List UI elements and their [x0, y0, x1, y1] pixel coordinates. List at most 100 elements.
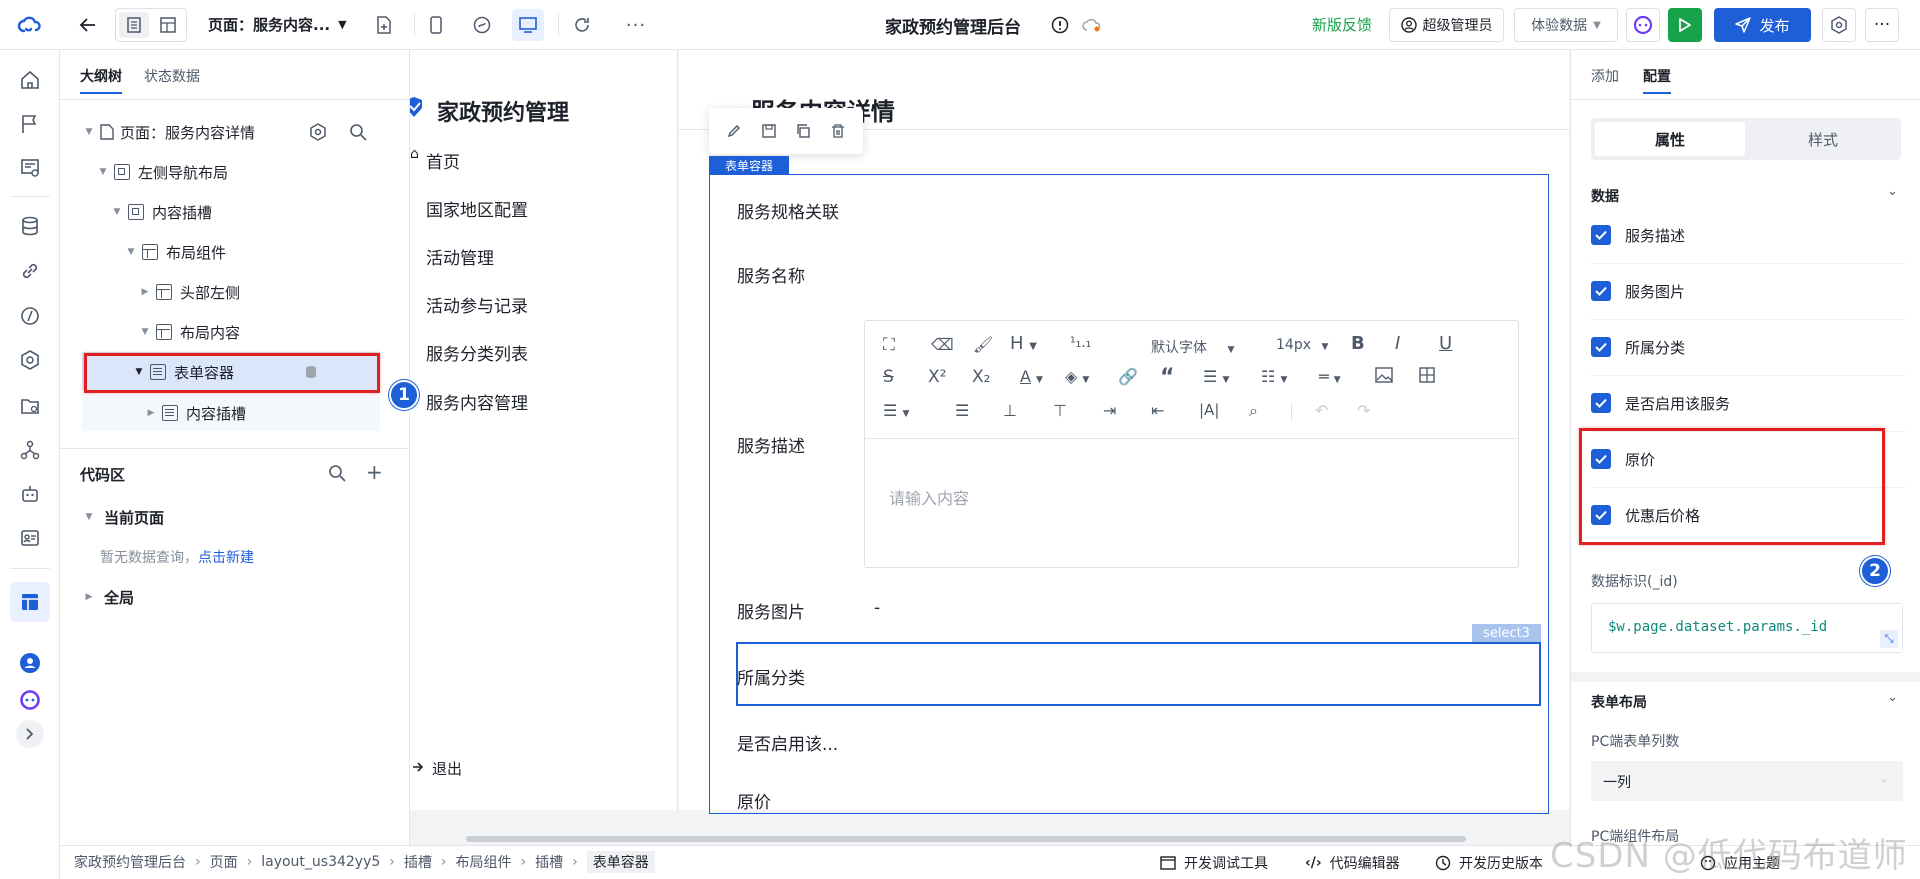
chevron-down-icon[interactable]: ⌄ — [1887, 184, 1898, 199]
breadcrumb-item[interactable]: 布局组件 — [456, 852, 512, 872]
dashboard-icon[interactable] — [14, 152, 46, 184]
search-icon[interactable] — [349, 123, 367, 141]
vertical-top-icon[interactable]: ⊥ — [1003, 401, 1017, 420]
tree-item-left-nav-layout[interactable]: ▼ 左侧导航布局 — [96, 155, 228, 189]
ai-assistant-icon[interactable] — [1626, 8, 1660, 42]
more-icon[interactable]: ··· — [620, 9, 652, 41]
bullet-list-select[interactable]: ☰ ▼ — [1203, 367, 1229, 386]
edit-icon[interactable] — [722, 119, 746, 143]
home-icon[interactable] — [14, 64, 46, 96]
heading-select[interactable]: H ▼ — [1010, 333, 1037, 354]
tab-state-data[interactable]: 状态数据 — [144, 66, 200, 86]
data-id-input[interactable]: $w.page.dataset.params._id ⤡ — [1591, 603, 1903, 653]
expand-editor-icon[interactable]: ⤡ — [1880, 630, 1898, 648]
admin-button[interactable]: 超级管理员 — [1389, 8, 1504, 42]
workflow-icon[interactable] — [14, 434, 46, 466]
data-mode-select[interactable]: 体验数据 ▼ — [1514, 8, 1618, 42]
robot-icon[interactable] — [14, 478, 46, 510]
checkbox-category[interactable]: 所属分类 — [1591, 327, 1685, 367]
nav-item-activity[interactable]: 活动管理 — [426, 244, 494, 269]
underline-icon[interactable]: U — [1439, 333, 1452, 354]
vertical-middle-icon[interactable]: ⊤ — [1053, 401, 1067, 420]
find-replace-icon[interactable]: ⌕ — [1249, 401, 1258, 421]
mobile-device-icon[interactable] — [420, 9, 452, 41]
miniprogram-icon[interactable] — [466, 9, 498, 41]
outdent-icon[interactable]: ⇤ — [1151, 401, 1164, 420]
breadcrumb-item[interactable]: layout_us342yy5 — [261, 854, 380, 870]
divider-line-select[interactable]: ═ ▼ — [1319, 367, 1341, 386]
tree-item-page[interactable]: ▼ 页面：服务内容详情 — [82, 115, 255, 149]
strikethrough-icon[interactable]: S — [883, 367, 894, 387]
function-icon[interactable] — [14, 300, 46, 332]
page-editor-icon[interactable] — [10, 582, 50, 622]
undo-icon[interactable]: ↶ — [1315, 401, 1328, 420]
nav-item-activity-records[interactable]: 活动参与记录 — [426, 292, 528, 317]
tree-item-header-left[interactable]: ▶ 头部左侧 — [138, 275, 240, 309]
tab-add[interactable]: 添加 — [1591, 66, 1619, 86]
align-justify-icon[interactable]: ☰ — [955, 401, 969, 420]
logout-link[interactable]: 退出 — [432, 758, 462, 779]
publish-button[interactable]: 发布 — [1714, 8, 1811, 42]
devtools-button[interactable]: 开发调试工具 — [1160, 853, 1268, 873]
page-selector[interactable]: 页面：服务内容... ▼ — [208, 14, 347, 35]
checkbox-enabled[interactable]: 是否启用该服务 — [1591, 383, 1730, 423]
editor-placeholder[interactable]: 请输入内容 — [889, 485, 969, 509]
pc-columns-select[interactable]: 一列 ⌄ — [1591, 761, 1903, 801]
nav-item-home[interactable]: 首页 — [426, 148, 460, 173]
fullscreen-icon[interactable]: ⛶ — [883, 335, 895, 355]
format-painter-icon[interactable]: 🖌 — [973, 335, 993, 354]
flag-icon[interactable] — [14, 108, 46, 140]
history-button[interactable]: 开发历史版本 — [1435, 853, 1543, 873]
checkbox-service-desc[interactable]: 服务描述 — [1591, 215, 1685, 255]
settings-icon[interactable] — [1822, 8, 1856, 42]
font-color-select[interactable]: A ▼ — [1020, 367, 1043, 386]
link-icon[interactable] — [14, 255, 46, 287]
nav-item-service-categories[interactable]: 服务分类列表 — [426, 340, 528, 365]
link-icon[interactable]: 🔗 — [1118, 367, 1138, 386]
table-icon[interactable] — [1419, 367, 1435, 383]
page-view-icon[interactable] — [119, 12, 149, 38]
layout-view-icon[interactable] — [153, 12, 183, 38]
delete-icon[interactable] — [826, 119, 850, 143]
ai-assistant-icon[interactable] — [14, 684, 46, 716]
tree-item-layout-content[interactable]: ▼ 布局内容 — [138, 315, 240, 349]
tab-config[interactable]: 配置 — [1643, 66, 1671, 86]
bold-icon[interactable]: B — [1351, 333, 1365, 354]
code-editor-button[interactable]: ‹/› 代码编辑器 — [1305, 853, 1400, 873]
breadcrumb-item[interactable]: 家政预约管理后台 — [74, 852, 186, 872]
superscript-icon[interactable]: X² — [928, 367, 946, 387]
expand-rail-icon[interactable] — [16, 720, 44, 748]
eraser-icon[interactable]: ⌫ — [931, 335, 954, 354]
create-query-link[interactable]: 点击新建 — [198, 550, 254, 566]
highlight-color-select[interactable]: ◈ ▼ — [1065, 367, 1089, 386]
tab-outline-tree[interactable]: 大纲树 — [80, 66, 122, 86]
search-icon[interactable] — [328, 464, 346, 482]
align-select[interactable]: ☰ ▼ — [883, 401, 909, 420]
quote-icon[interactable]: “ — [1160, 365, 1174, 390]
folder-icon[interactable] — [14, 390, 46, 422]
cloud-logo-icon[interactable] — [14, 9, 46, 41]
tree-item-content-slot[interactable]: ▼ 内容插槽 — [110, 195, 212, 229]
desktop-device-icon[interactable] — [512, 9, 544, 41]
page-settings-icon[interactable] — [309, 123, 327, 141]
nav-item-service-content[interactable]: 服务内容管理 — [426, 389, 528, 414]
refresh-icon[interactable] — [566, 9, 598, 41]
current-page-group[interactable]: ▼ 当前页面 — [82, 500, 164, 534]
image-icon[interactable] — [1375, 367, 1393, 383]
category-select-field[interactable] — [736, 642, 1541, 706]
id-card-icon[interactable] — [14, 522, 46, 554]
add-icon[interactable]: + — [366, 462, 383, 482]
nav-item-country[interactable]: 国家地区配置 — [426, 196, 528, 221]
redo-icon[interactable]: ↷ — [1357, 401, 1370, 420]
database-icon[interactable] — [14, 210, 46, 242]
font-size-select[interactable]: 14px ▼ — [1276, 337, 1328, 353]
back-arrow-icon[interactable] — [72, 9, 104, 41]
user-avatar-icon[interactable] — [14, 647, 46, 679]
tree-item-layout-component[interactable]: ▼ 布局组件 — [124, 235, 226, 269]
global-group[interactable]: ▶ 全局 — [82, 580, 134, 614]
line-height-icon[interactable]: ¹₁.₁ — [1070, 335, 1091, 351]
save-icon[interactable] — [757, 119, 781, 143]
subtab-props[interactable]: 属性 — [1595, 122, 1745, 156]
add-page-icon[interactable] — [368, 9, 400, 41]
breadcrumb-item[interactable]: 页面 — [210, 852, 238, 872]
